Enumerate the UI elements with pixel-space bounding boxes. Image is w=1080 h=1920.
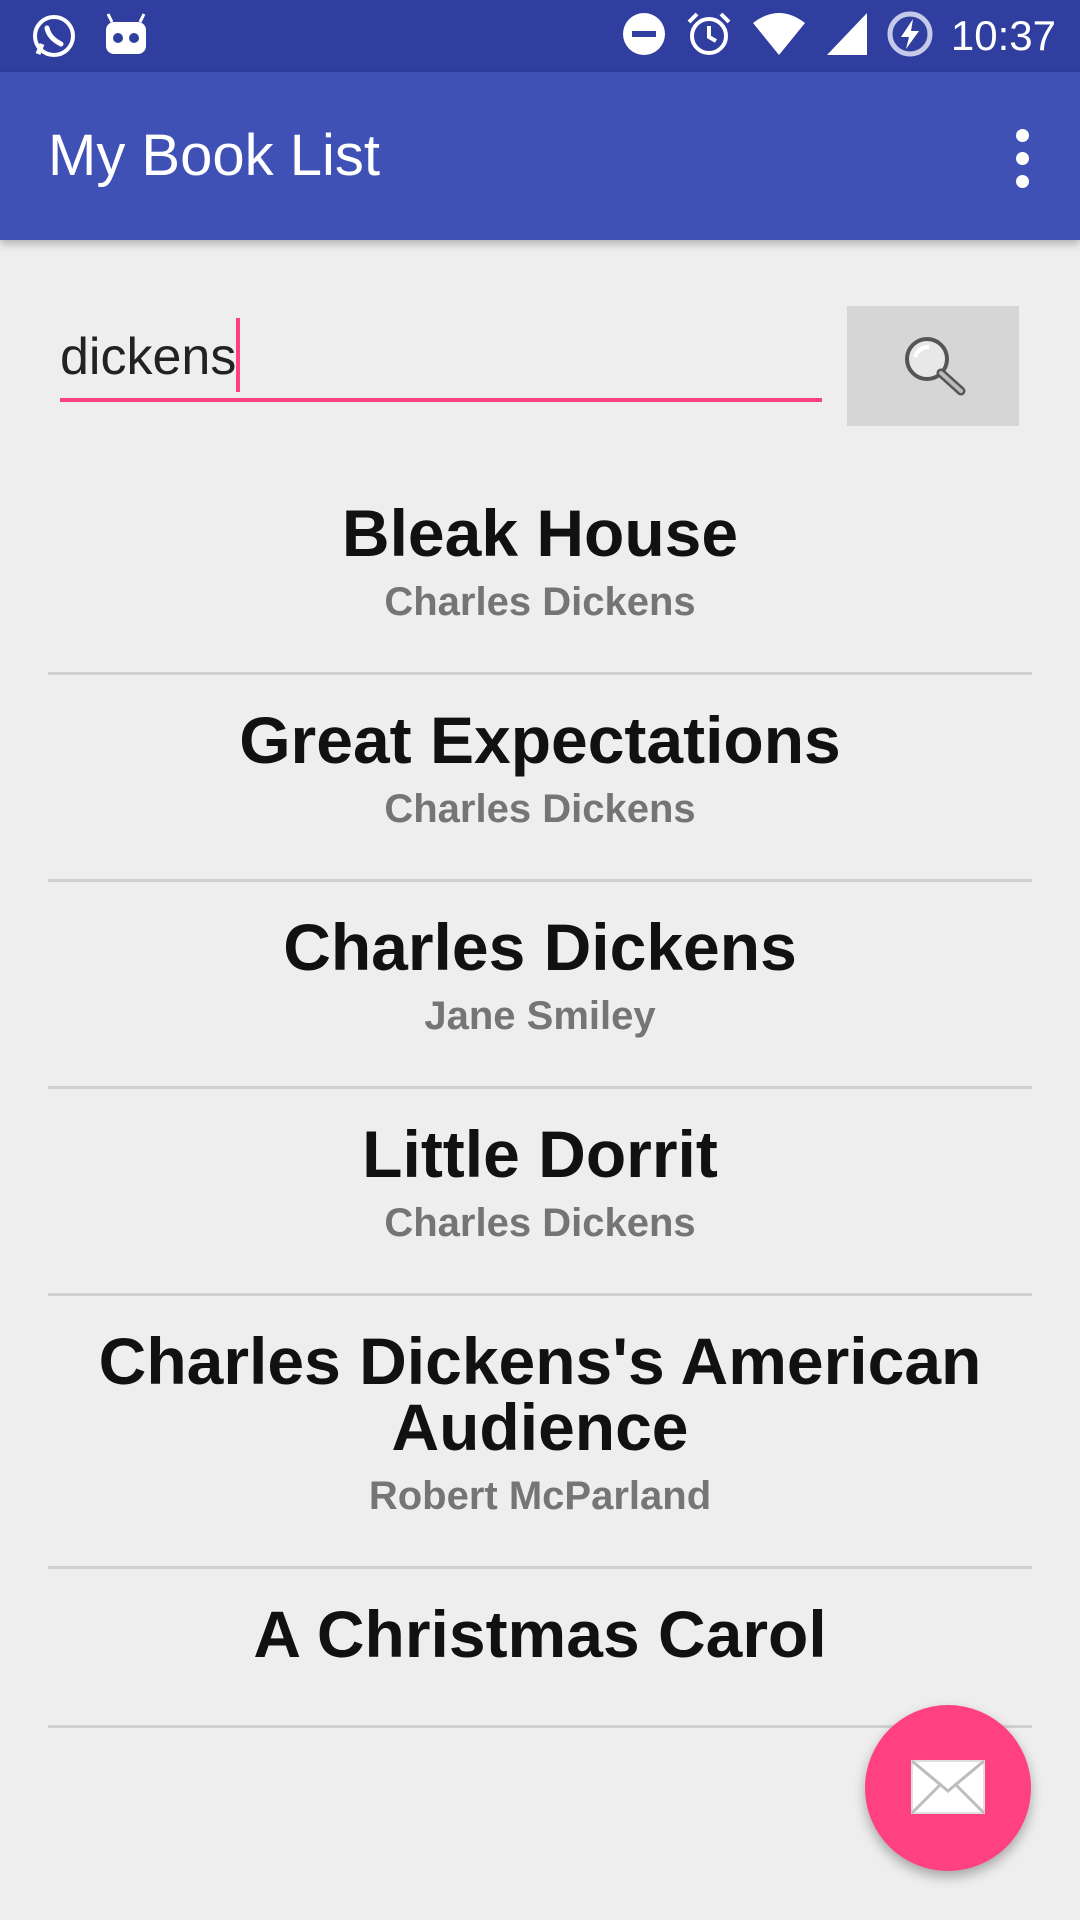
search-input[interactable] [60, 316, 822, 402]
do-not-disturb-icon [621, 11, 667, 62]
battery-charging-icon [887, 11, 933, 62]
email-fab-button[interactable] [865, 1705, 1031, 1871]
book-list-item[interactable]: Charles Dickens's American Audience Robe… [48, 1296, 1032, 1569]
search-row [60, 306, 1020, 426]
book-title: Little Dorrit [362, 1117, 718, 1191]
status-bar: 10:37 [0, 0, 1080, 72]
list-bottom-area [0, 1870, 1080, 1920]
book-list-item[interactable]: Bleak House Charles Dickens [48, 470, 1032, 675]
wifi-icon [751, 11, 807, 62]
book-author: Jane Smiley [424, 994, 656, 1038]
status-time: 10:37 [950, 12, 1056, 59]
book-title: Great Expectations [239, 703, 841, 777]
book-list-item[interactable]: A Christmas Carol [48, 1569, 1032, 1728]
book-title: Charles Dickens [283, 910, 797, 984]
book-author: Charles Dickens [384, 787, 696, 831]
app-bar: My Book List [0, 72, 1080, 240]
book-list-item[interactable]: Charles Dickens Jane Smiley [48, 882, 1032, 1089]
book-title: Bleak House [341, 496, 739, 570]
text-cursor [236, 318, 240, 392]
cell-signal-icon [825, 11, 869, 62]
book-list: Bleak House Charles Dickens Great Expect… [48, 470, 1032, 1870]
book-list-item[interactable]: Great Expectations Charles Dickens [48, 675, 1032, 882]
whatsapp-icon [30, 12, 78, 65]
envelope-icon [910, 1759, 986, 1818]
cyanogen-icon [102, 12, 150, 65]
overflow-menu-dot [1015, 174, 1029, 188]
book-author: Robert McParland [368, 1474, 712, 1518]
book-author: Charles Dickens [384, 1201, 696, 1245]
search-button[interactable] [847, 306, 1019, 426]
overflow-menu-icon [1015, 128, 1029, 142]
overflow-menu-dot [1015, 151, 1029, 165]
app-title: My Book List [48, 123, 380, 188]
overflow-menu-button[interactable] [994, 122, 1050, 194]
book-list-item[interactable]: Little Dorrit Charles Dickens [48, 1089, 1032, 1296]
search-icon [895, 327, 971, 406]
book-author: Charles Dickens [384, 580, 696, 624]
book-title: A Christmas Carol [253, 1597, 827, 1671]
alarm-icon [685, 10, 733, 63]
book-title: Charles Dickens's American Audience [98, 1324, 982, 1464]
